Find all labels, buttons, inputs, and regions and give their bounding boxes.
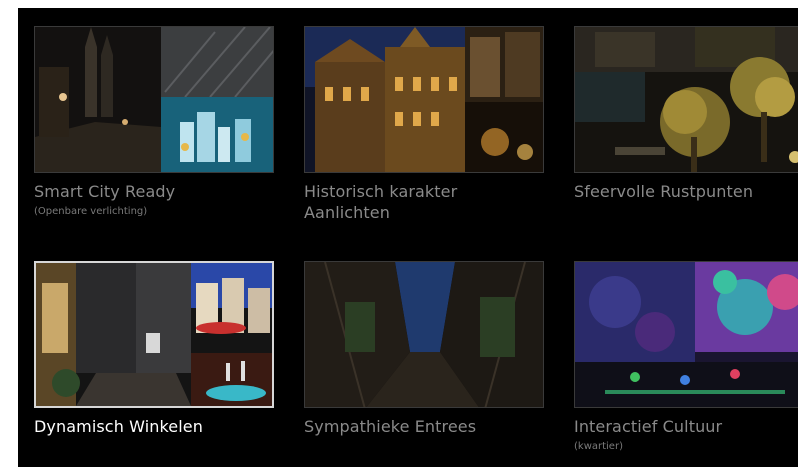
tile-dynamisch-winkelen[interactable]: Dynamisch Winkelen [34,261,274,437]
tile-title: Historisch karakter Aanlichten [304,181,544,223]
tile-title: Dynamisch Winkelen [34,417,203,436]
alley-entrance-thumbnail[interactable] [304,261,544,408]
tile-historisch-karakter[interactable]: Historisch karakter Aanlichten [304,26,544,223]
tile-interactief-cultuur[interactable]: Interactief Cultuur (kwartier) [574,261,798,454]
tile-title-line-2: Aanlichten [304,203,390,222]
tile-subtitle: (kwartier) [574,441,623,452]
tile-sfeervolle-rustpunten[interactable]: Sfeervolle Rustpunten [574,26,798,202]
street-night-collage-thumbnail[interactable] [34,26,274,173]
tile-title-line-1: Historisch karakter [304,182,458,201]
tile-title: Interactief Cultuur [574,417,723,436]
tile-sympathieke-entrees[interactable]: Sympathieke Entrees [304,261,544,437]
lit-trees-square-thumbnail[interactable] [574,26,798,173]
tile-title: Smart City Ready [34,182,176,201]
tile-title: Sympathieke Entrees [304,417,477,436]
historic-buildings-thumbnail[interactable] [304,26,544,173]
shopping-street-thumbnail[interactable] [34,261,274,408]
tile-subtitle: (Openbare verlichting) [34,206,148,217]
tile-title: Sfeervolle Rustpunten [574,182,754,201]
gallery-panel: Smart City Ready (Openbare verlichting) [18,8,798,467]
tile-smart-city-ready[interactable]: Smart City Ready (Openbare verlichting) [34,26,274,219]
interactive-light-thumbnail[interactable] [574,261,798,408]
